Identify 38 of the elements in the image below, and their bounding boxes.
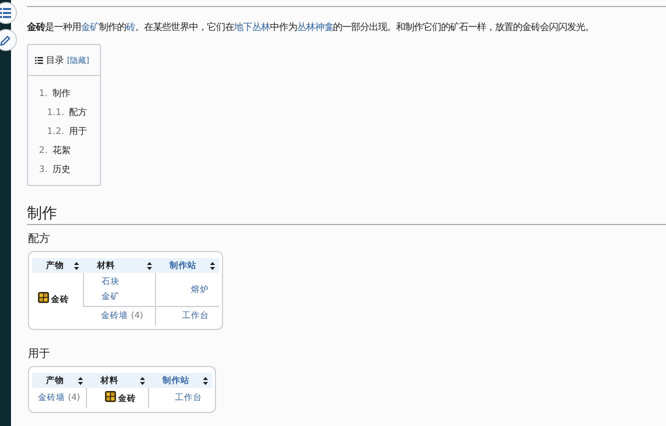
toc-title: 目录 [46, 54, 64, 67]
link[interactable]: 金矿 [81, 22, 99, 33]
list-icon [0, 8, 11, 18]
hide-link[interactable]: [隐藏] [67, 55, 90, 66]
section-heading: 制作 [27, 204, 666, 225]
pencil-icon [0, 34, 11, 46]
brick-icon [105, 391, 116, 402]
edit-button[interactable] [0, 29, 16, 51]
station-link[interactable]: 工作台 [182, 311, 210, 321]
link[interactable]: 丛林神龛 [297, 22, 333, 33]
column-header[interactable]: 材料 [97, 260, 115, 272]
link[interactable]: 地下丛林 [234, 22, 270, 33]
item-link[interactable]: 金砖墙 (4) [38, 393, 80, 403]
toc-item[interactable]: 3. 历史 [39, 160, 100, 179]
sort-icon[interactable] [78, 376, 83, 384]
toc-item[interactable]: 2. 花絮 [39, 141, 100, 160]
item-link[interactable]: 石块 [102, 276, 144, 288]
toc-item[interactable]: 1.2. 用于 [39, 122, 100, 141]
link[interactable]: 砖 [126, 22, 135, 33]
sort-icon[interactable] [74, 262, 79, 270]
item-link[interactable]: 金矿 [102, 291, 144, 303]
intro-paragraph: 金砖是一种用金矿制作的砖。在某些世界中，它们在地下丛林中作为丛林神龛的一部分出现。和制作它们的矿石一样，放置的金砖会闪闪发光。 [27, 21, 595, 34]
subsection-heading: 配方 [28, 231, 51, 246]
station-link[interactable]: 熔炉 [191, 284, 210, 294]
toc-button[interactable] [0, 2, 16, 24]
toc-item[interactable]: 1.1. 配方 [39, 103, 100, 122]
station-link[interactable]: 工作台 [175, 393, 202, 403]
toc-item[interactable]: 1. 制作 [39, 84, 100, 103]
list-icon [35, 57, 43, 64]
sort-icon[interactable] [203, 376, 208, 384]
sort-icon[interactable] [140, 376, 145, 384]
subsection-heading: 用于 [28, 346, 51, 361]
item-name: 金砖 [105, 391, 136, 405]
brick-icon [38, 292, 49, 303]
sort-icon[interactable] [146, 262, 152, 270]
item-link[interactable]: 金砖墙 (4) [101, 310, 144, 322]
sort-icon[interactable] [210, 262, 216, 270]
item-name: 金砖 [38, 295, 69, 305]
